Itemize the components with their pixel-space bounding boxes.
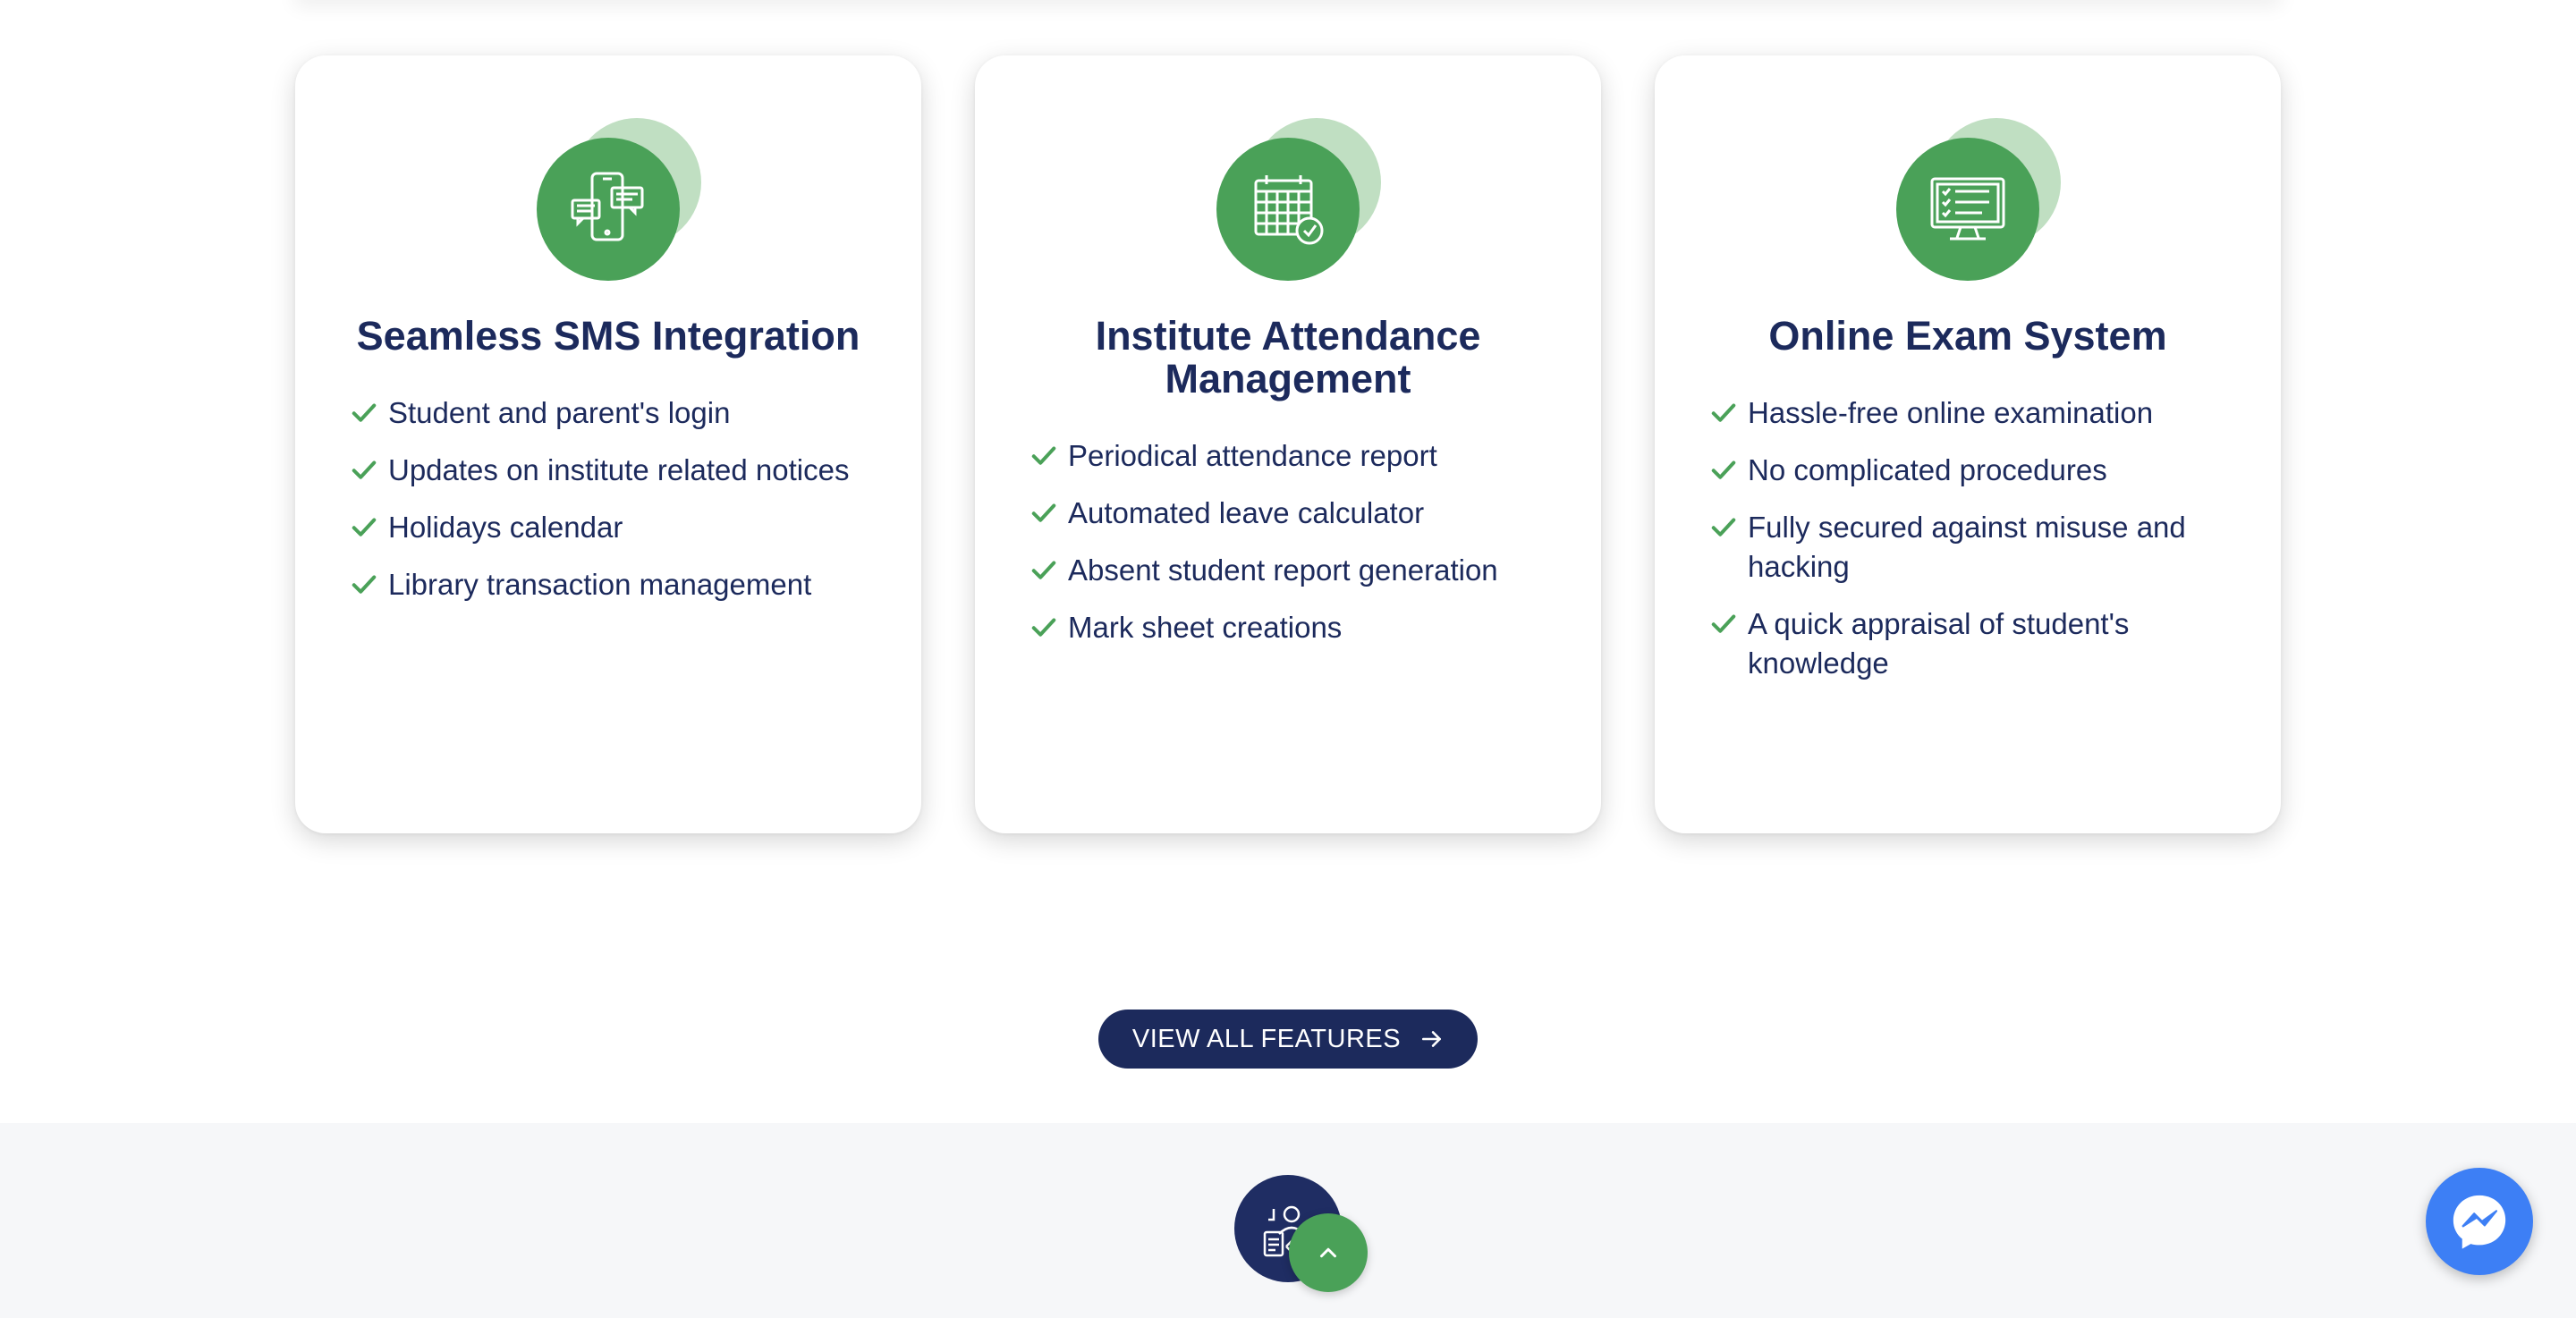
list-item: Student and parent's login (351, 393, 886, 433)
feature-title: Online Exam System (1768, 313, 2167, 359)
list-item: Mark sheet creations (1030, 608, 1565, 647)
list-item: Library transaction management (351, 565, 886, 604)
monitor-checklist-icon (1930, 177, 2005, 241)
list-item: Periodical attendance report (1030, 436, 1565, 476)
list-item: Fully secured against misuse and hacking (1710, 508, 2245, 587)
list-item: Automated leave calculator (1030, 494, 1565, 533)
view-all-features-label: VIEW ALL FEATURES (1131, 1024, 1402, 1053)
check-icon (352, 403, 377, 422)
calendar-clock-icon (1254, 175, 1324, 245)
feature-icon-badge (1216, 118, 1386, 288)
list-item: Holidays calendar (351, 508, 886, 547)
feature-card-sms: Seamless SMS Integration Student and par… (295, 55, 921, 833)
arrow-right-icon (1422, 1031, 1442, 1047)
chevron-up-icon (1320, 1247, 1336, 1258)
feature-title: Seamless SMS Integration (356, 313, 860, 359)
feature-card-attendance: Institute Attendance Management Periodic… (975, 55, 1601, 833)
check-icon (1031, 446, 1056, 465)
check-icon (1711, 614, 1736, 633)
feature-list: Hassle-free online examination No compli… (1710, 393, 2245, 701)
list-item: Hassle-free online examination (1710, 393, 2245, 433)
messenger-icon (2453, 1195, 2506, 1249)
list-item: Absent student report generation (1030, 551, 1565, 590)
check-icon (1711, 403, 1736, 422)
feature-icon-badge (537, 118, 707, 288)
scroll-to-top-button[interactable] (1289, 1213, 1368, 1292)
feature-list: Periodical attendance report Automated l… (1030, 436, 1565, 665)
check-icon (1711, 460, 1736, 479)
feature-list: Student and parent's login Updates on in… (351, 393, 886, 622)
feature-card-exam: Online Exam System Hassle-free online ex… (1655, 55, 2281, 833)
check-icon (1031, 618, 1056, 637)
list-item: Updates on institute related notices (351, 451, 886, 490)
feature-title: Institute Attendance Management (1095, 313, 1481, 401)
list-item: No complicated procedures (1710, 451, 2245, 490)
view-all-features-button[interactable]: VIEW ALL FEATURES (1098, 1010, 1478, 1069)
check-icon (352, 575, 377, 594)
check-icon (352, 460, 377, 479)
check-icon (1031, 561, 1056, 579)
check-icon (1711, 518, 1736, 536)
feature-icon-badge (1896, 118, 2066, 288)
messenger-chat-button[interactable] (2426, 1168, 2533, 1275)
list-item: A quick appraisal of student's knowledge (1710, 604, 2245, 683)
check-icon (352, 518, 377, 536)
phone-chat-icon (571, 172, 644, 241)
check-icon (1031, 503, 1056, 522)
